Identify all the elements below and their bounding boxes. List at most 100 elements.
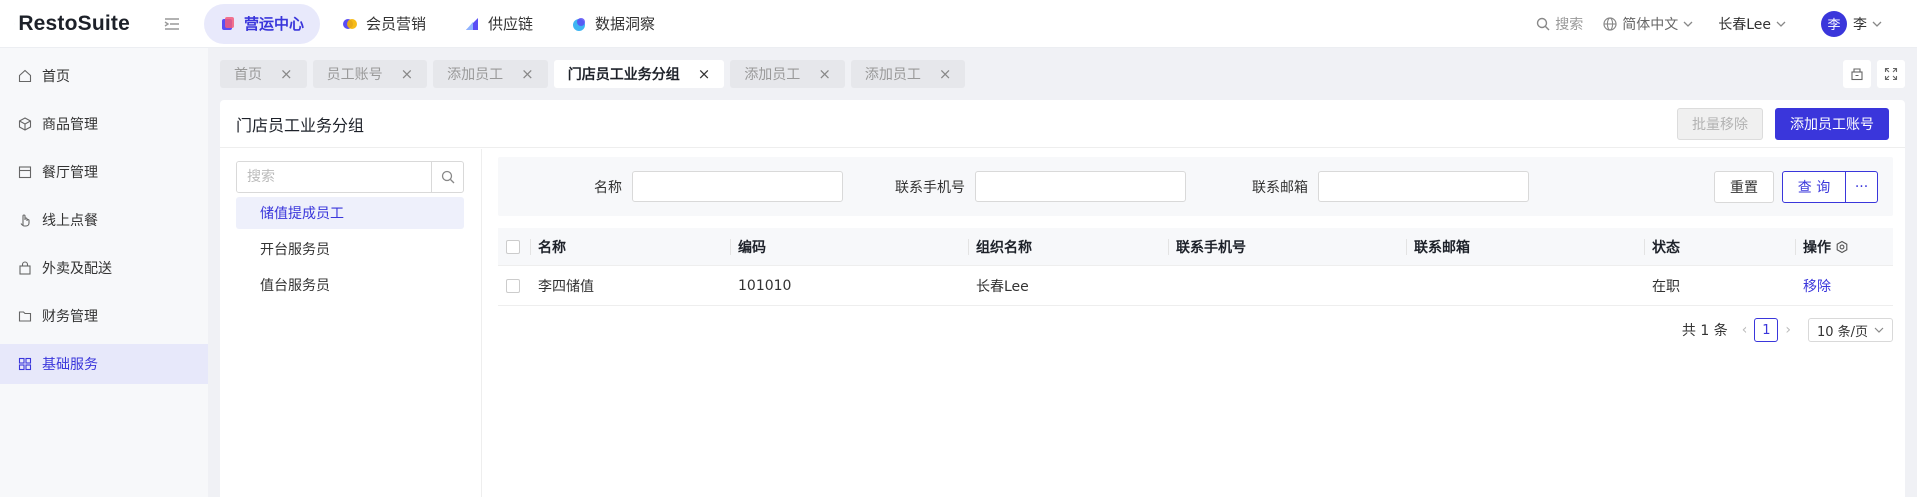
close-icon[interactable]: ×: [818, 65, 831, 83]
grid-icon: [18, 357, 32, 371]
tab-add-staff[interactable]: 添加员工 ×: [433, 60, 548, 88]
more-options-button[interactable]: ···: [1846, 170, 1878, 203]
sidebar-item-finance[interactable]: 财务管理: [0, 296, 208, 336]
select-all-checkbox[interactable]: [506, 239, 520, 254]
menu-collapse-icon[interactable]: [164, 14, 180, 34]
sidebar-item-restaurant[interactable]: 餐厅管理: [0, 152, 208, 192]
tab-add-staff[interactable]: 添加员工 ×: [730, 60, 845, 88]
header-right: 搜索 简体中文 长春Lee 李 李: [1516, 10, 1917, 37]
store-view-button[interactable]: [1843, 60, 1871, 88]
email-filter-input[interactable]: [1318, 171, 1529, 202]
tab-label: 门店员工业务分组: [567, 67, 680, 83]
panel-header: 门店员工业务分组 批量移除 添加员工账号: [220, 100, 1905, 148]
cell-status: 在职: [1652, 278, 1680, 295]
group-item-table-server[interactable]: 值台服务员: [236, 269, 464, 301]
cell-org: 长春Lee: [976, 278, 1029, 295]
tab-label: 添加员工: [744, 67, 801, 83]
batch-remove-button[interactable]: 批量移除: [1677, 107, 1763, 140]
folder-icon: [18, 311, 32, 322]
global-search[interactable]: 搜索: [1536, 14, 1583, 34]
search-icon: [1537, 17, 1550, 30]
row-select-cell: [498, 266, 530, 305]
tab-label: 添加员工: [447, 67, 504, 83]
column-header: 组织名称: [968, 228, 1168, 265]
column-header: 名称: [530, 228, 730, 265]
logo[interactable]: RestoSuite: [0, 12, 180, 36]
topnav-label: 数据洞察: [595, 15, 656, 33]
language-label: 简体中文: [1622, 16, 1679, 33]
settings-icon[interactable]: [1835, 240, 1849, 254]
sidebar-item-label: 财务管理: [42, 309, 98, 325]
sidebar-item-label: 外卖及配送: [42, 261, 112, 277]
supply-chain-icon: [466, 17, 479, 30]
page-number[interactable]: 1: [1754, 318, 1779, 342]
avatar: 李: [1821, 10, 1847, 37]
group-search-button[interactable]: [431, 162, 463, 192]
group-search-input[interactable]: [237, 162, 431, 192]
user-menu[interactable]: 李 李: [1821, 10, 1887, 37]
group-item-stored-value-staff[interactable]: 储值提成员工: [236, 197, 464, 229]
phone-filter-label: 联系手机号: [895, 179, 965, 196]
top-bar: RestoSuite 营运中心 会员营销 供应链 数据洞察 搜索 简体中文 长春…: [0, 0, 1917, 48]
chevron-down-icon: [1874, 327, 1884, 333]
group-item-table-opener[interactable]: 开台服务员: [236, 233, 464, 265]
tab-home[interactable]: 首页 ×: [220, 60, 307, 88]
reset-button[interactable]: 重置: [1714, 170, 1774, 203]
column-header-label: 操作: [1803, 239, 1831, 256]
hand-icon: [20, 214, 30, 227]
language-selector[interactable]: 简体中文: [1603, 14, 1698, 34]
group-tree: 储值提成员工 开台服务员 值台服务员: [220, 149, 482, 497]
search-label: 搜索: [1555, 16, 1584, 33]
row-checkbox[interactable]: [506, 278, 520, 293]
topnav-operations[interactable]: 营运中心: [204, 3, 321, 44]
staff-content: 名称 联系手机号 联系邮箱 重置 查 询 ··· 名称 编码 组织名称 联系手机…: [498, 157, 1893, 350]
close-icon[interactable]: ×: [280, 65, 293, 83]
name-filter-label: 名称: [594, 179, 622, 196]
topnav-data-insight[interactable]: 数据洞察: [555, 4, 671, 44]
close-icon[interactable]: ×: [521, 65, 534, 83]
cell-code: 101010: [738, 277, 792, 294]
sidebar: 首页 商品管理 餐厅管理 线上点餐 外卖及配送 财务管理 基础服务: [0, 48, 208, 497]
group-search: [236, 161, 464, 193]
phone-filter-input[interactable]: [975, 171, 1186, 202]
store-selector[interactable]: 长春Lee: [1718, 14, 1791, 34]
cell-name: 李四储值: [538, 278, 594, 295]
cell-phone: [1168, 266, 1406, 305]
topnav-supply-chain[interactable]: 供应链: [448, 4, 549, 44]
fullscreen-button[interactable]: [1877, 60, 1905, 88]
top-nav: 营运中心 会员营销 供应链 数据洞察: [204, 3, 677, 44]
tab-staff-groups[interactable]: 门店员工业务分组 ×: [553, 60, 725, 88]
email-filter-label: 联系邮箱: [1252, 179, 1308, 196]
tab-staff-accounts[interactable]: 员工账号 ×: [312, 60, 428, 88]
query-button[interactable]: 查 询: [1782, 170, 1846, 203]
page-size-label: 10 条/页: [1816, 324, 1868, 340]
tab-label: 首页: [234, 67, 262, 83]
filter-actions: 重置 查 询 ···: [1714, 170, 1878, 203]
sidebar-item-products[interactable]: 商品管理: [0, 104, 208, 144]
sidebar-item-delivery[interactable]: 外卖及配送: [0, 248, 208, 288]
close-icon[interactable]: ×: [401, 65, 414, 83]
operations-icon: [222, 16, 234, 30]
name-filter-input[interactable]: [632, 171, 843, 202]
prev-page-icon[interactable]: ‹: [1742, 322, 1748, 338]
chevron-down-icon: [1872, 21, 1882, 27]
page-size-select[interactable]: 10 条/页: [1807, 318, 1893, 342]
sidebar-item-basic-services[interactable]: 基础服务: [0, 344, 208, 384]
topnav-label: 营运中心: [244, 15, 305, 33]
pagination: 共 1 条 ‹ 1 › 10 条/页: [498, 310, 1893, 350]
search-icon: [441, 170, 454, 184]
tab-add-staff[interactable]: 添加员工 ×: [850, 60, 966, 88]
main-panel: 门店员工业务分组 批量移除 添加员工账号 储值提成员工 开台服务员 值台服务员 …: [220, 100, 1905, 497]
next-page-icon[interactable]: ›: [1785, 322, 1791, 338]
sidebar-item-label: 基础服务: [42, 357, 98, 373]
topnav-member-marketing[interactable]: 会员营销: [326, 4, 442, 44]
sidebar-item-online-order[interactable]: 线上点餐: [0, 200, 208, 240]
remove-link[interactable]: 移除: [1803, 276, 1831, 296]
add-staff-account-button[interactable]: 添加员工账号: [1775, 107, 1889, 140]
close-icon[interactable]: ×: [698, 65, 711, 83]
building-icon: [1851, 68, 1863, 81]
sidebar-item-home[interactable]: 首页: [0, 56, 208, 96]
tab-label: 添加员工: [864, 67, 921, 83]
sidebar-item-label: 商品管理: [42, 117, 98, 133]
close-icon[interactable]: ×: [939, 65, 952, 83]
